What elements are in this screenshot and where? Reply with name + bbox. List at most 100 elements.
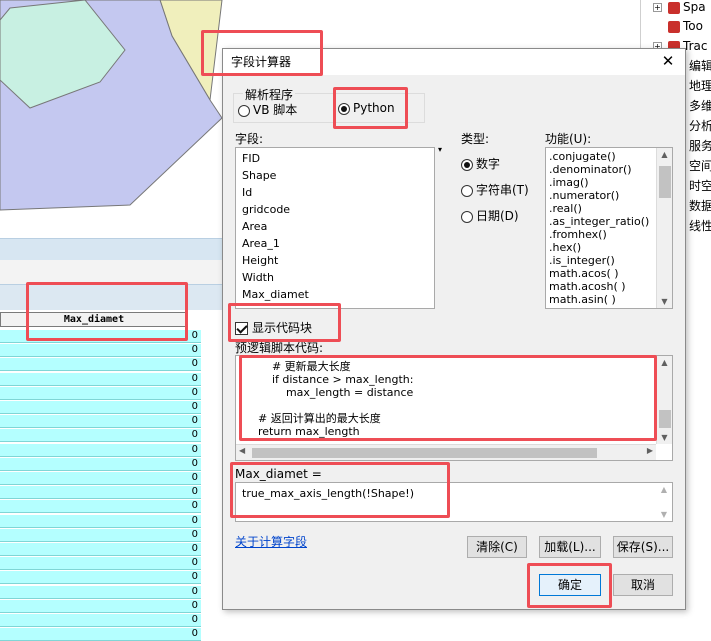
field-item[interactable]: Area_1	[242, 235, 280, 252]
prelogic-code-editor[interactable]: # 更新最大长度 if distance > max_length: max_l…	[235, 355, 673, 461]
code-hscrollbar[interactable]: ◀ ▶	[236, 444, 656, 460]
table-column-header[interactable]: Max_diamet	[0, 312, 188, 327]
radio-selected-icon[interactable]	[461, 158, 473, 171]
menu-item[interactable]: 数据	[689, 196, 711, 216]
menu-item[interactable]: 多维	[689, 96, 711, 116]
field-item[interactable]: Width	[242, 269, 274, 286]
cancel-button[interactable]: 取消	[613, 574, 673, 596]
function-item[interactable]: math.asin( )	[549, 293, 616, 306]
code-vscrollbar[interactable]: ▲ ▼	[656, 356, 672, 444]
about-calculate-field-link[interactable]: 关于计算字段	[235, 533, 307, 550]
expression-input[interactable]: true_max_axis_length(!Shape!) ▲ ▼	[235, 482, 673, 522]
scroll-thumb[interactable]	[659, 166, 671, 198]
function-item[interactable]: math.acosh( )	[549, 280, 626, 293]
table-row[interactable]: 0	[0, 585, 201, 599]
table-row[interactable]: 0	[0, 401, 201, 414]
radio-icon[interactable]	[238, 104, 250, 117]
table-row[interactable]: 0	[0, 500, 201, 514]
tree-item[interactable]: +Too	[653, 17, 703, 35]
close-icon: ✕	[661, 52, 675, 70]
table-row[interactable]: 0	[0, 486, 201, 500]
ok-button[interactable]: 确定	[539, 574, 601, 596]
parser-python-option[interactable]: Python	[338, 101, 395, 115]
function-item[interactable]: .is_integer()	[549, 254, 615, 267]
menu-item[interactable]: 地理	[689, 76, 711, 96]
menu-item[interactable]: 分析	[689, 116, 711, 136]
scroll-up-icon[interactable]: ▲	[656, 485, 672, 494]
field-item[interactable]: Height	[242, 252, 278, 269]
table-row[interactable]: 0	[0, 557, 201, 571]
function-item[interactable]: .real()	[549, 202, 582, 215]
close-button[interactable]: ✕	[659, 49, 677, 75]
table-row[interactable]: 0	[0, 386, 201, 400]
menu-item[interactable]: 空间	[689, 156, 711, 176]
function-item[interactable]: .fromhex()	[549, 228, 607, 241]
fields-list[interactable]: FID Shape Id gridcode Area Area_1 Height…	[235, 147, 435, 309]
dialog-title: 字段计算器	[231, 55, 292, 69]
parser-vb-option[interactable]: VB 脚本	[238, 101, 297, 118]
function-item[interactable]: .numerator()	[549, 189, 619, 202]
function-item[interactable]: .conjugate()	[549, 150, 616, 163]
radio-icon[interactable]	[461, 210, 473, 223]
table-row[interactable]: 0	[0, 472, 201, 485]
menu-item[interactable]: 服务	[689, 136, 711, 156]
field-item[interactable]: FID	[242, 150, 260, 167]
dialog-titlebar[interactable]: 字段计算器	[223, 49, 685, 75]
menu-item[interactable]: 线性	[689, 216, 711, 236]
save-button[interactable]: 保存(S)...	[613, 536, 673, 558]
menu-item[interactable]: 时空	[689, 176, 711, 196]
scroll-down-icon[interactable]: ▼	[657, 297, 672, 306]
function-item[interactable]: .imag()	[549, 176, 589, 189]
scroll-right-icon[interactable]: ▶	[647, 446, 653, 455]
scroll-thumb[interactable]	[252, 448, 597, 458]
scroll-up-icon[interactable]: ▲	[657, 150, 672, 159]
scroll-down-icon[interactable]: ▼	[657, 433, 672, 442]
table-row[interactable]: 0	[0, 628, 201, 641]
checkbox-checked-icon[interactable]	[235, 322, 248, 335]
field-item[interactable]: Shape	[242, 167, 276, 184]
show-codeblock-checkbox[interactable]: 显示代码块	[235, 319, 312, 336]
table-row[interactable]: 0	[0, 543, 201, 556]
type-string-option[interactable]: 字符串(T)	[461, 181, 529, 198]
tree-item[interactable]: + Spa	[653, 0, 706, 16]
field-item[interactable]: Max_diamet	[242, 286, 309, 303]
table-row[interactable]: 0	[0, 429, 201, 443]
scroll-thumb[interactable]	[659, 410, 671, 428]
field-item[interactable]: gridcode	[242, 201, 290, 218]
table-row[interactable]: 0	[0, 358, 201, 372]
functions-scrollbar[interactable]: ▲ ▼	[656, 148, 672, 308]
table-row[interactable]: 0	[0, 330, 201, 343]
radio-icon[interactable]	[461, 184, 473, 197]
table-row[interactable]: 0	[0, 443, 201, 457]
functions-list[interactable]: .conjugate() .denominator() .imag() .num…	[545, 147, 673, 309]
field-item[interactable]: Id	[242, 184, 252, 201]
clear-button[interactable]: 清除(C)	[467, 536, 527, 558]
radio-selected-icon[interactable]	[338, 102, 350, 115]
scroll-left-icon[interactable]: ◀	[239, 446, 245, 455]
field-item[interactable]: Area	[242, 218, 267, 235]
expression-scrollbar[interactable]: ▲ ▼	[656, 483, 672, 521]
table-row[interactable]: 0	[0, 344, 201, 358]
load-button[interactable]: 加载(L)...	[539, 536, 601, 558]
table-row[interactable]: 0	[0, 514, 201, 528]
table-row[interactable]: 0	[0, 571, 201, 585]
function-item[interactable]: math.acos( )	[549, 267, 619, 280]
sort-icon[interactable]: ▾	[438, 145, 442, 154]
type-date-option[interactable]: 日期(D)	[461, 207, 519, 224]
table-row[interactable]: 0	[0, 599, 201, 613]
scroll-down-icon[interactable]: ▼	[656, 510, 672, 519]
scroll-up-icon[interactable]: ▲	[657, 358, 672, 367]
table-row[interactable]: 0	[0, 614, 201, 627]
expression-value: true_max_axis_length(!Shape!)	[242, 487, 414, 500]
table-row[interactable]: 0	[0, 415, 201, 429]
table-row[interactable]: 0	[0, 528, 201, 542]
type-number-option[interactable]: 数字	[461, 155, 500, 172]
type-label: 类型:	[461, 132, 490, 146]
table-row[interactable]: 0	[0, 372, 201, 386]
function-item[interactable]: .hex()	[549, 241, 581, 254]
table-row[interactable]: 0	[0, 457, 201, 471]
expand-icon[interactable]: +	[653, 3, 662, 12]
function-item[interactable]: .denominator()	[549, 163, 632, 176]
function-item[interactable]: .as_integer_ratio()	[549, 215, 649, 228]
menu-item[interactable]: 编辑	[689, 56, 711, 76]
